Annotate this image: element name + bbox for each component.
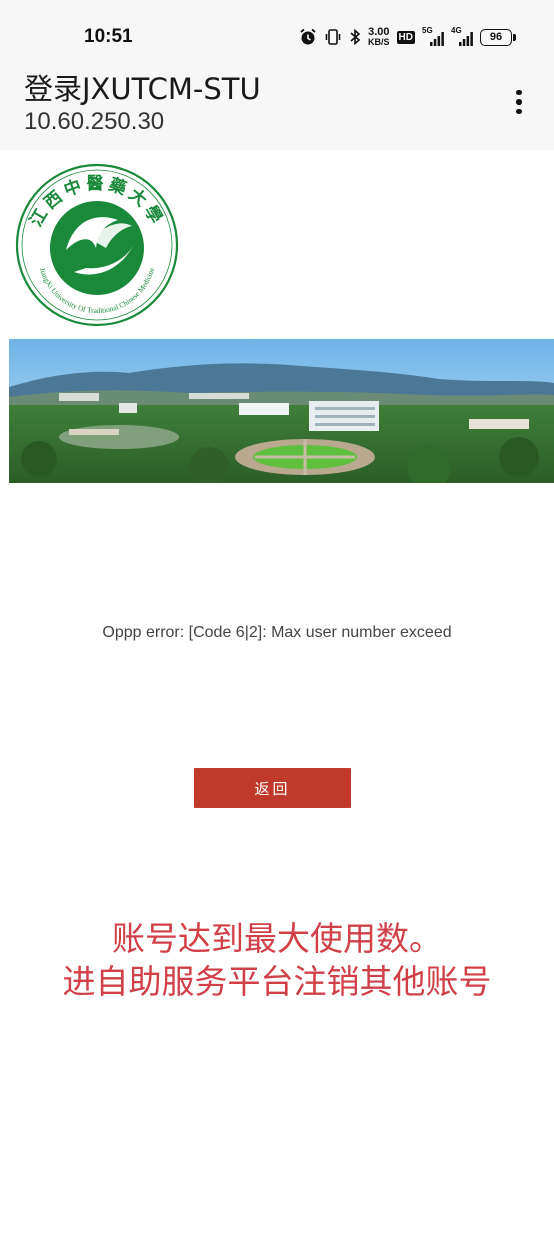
status-icons: 3.00 KB/S HD 5G 4G 96 xyxy=(299,26,516,48)
back-button[interactable]: 返回 xyxy=(194,768,351,808)
campus-banner-image xyxy=(9,339,554,483)
app-bar: 登录JXUTCM-STU 10.60.250.30 xyxy=(0,60,554,150)
more-options-button[interactable] xyxy=(504,82,534,122)
university-logo: 江西中醫藥大學 JiangXi University Of Traditiona… xyxy=(14,162,180,328)
vibrate-icon xyxy=(324,28,342,46)
hd-voice-icon: HD xyxy=(396,30,415,44)
status-time: 10:51 xyxy=(84,26,133,47)
notice-line-1: 账号达到最大使用数。 xyxy=(112,919,442,958)
alarm-icon xyxy=(299,28,317,46)
page-title: 登录JXUTCM-STU xyxy=(24,72,261,106)
page-subtitle: 10.60.250.30 xyxy=(24,108,165,135)
battery-icon: 96 xyxy=(480,28,516,46)
network-speed: 3.00 KB/S xyxy=(368,26,390,47)
signal-5g-icon: 5G xyxy=(422,26,444,46)
signal-4g-icon: 4G xyxy=(451,26,473,46)
notice-line-2: 进自助服务平台注销其他账号 xyxy=(62,962,492,1001)
error-message: Oppp error: [Code 6|2]: Max user number … xyxy=(102,624,452,641)
more-vert-icon xyxy=(516,89,522,96)
bluetooth-icon xyxy=(349,28,361,46)
